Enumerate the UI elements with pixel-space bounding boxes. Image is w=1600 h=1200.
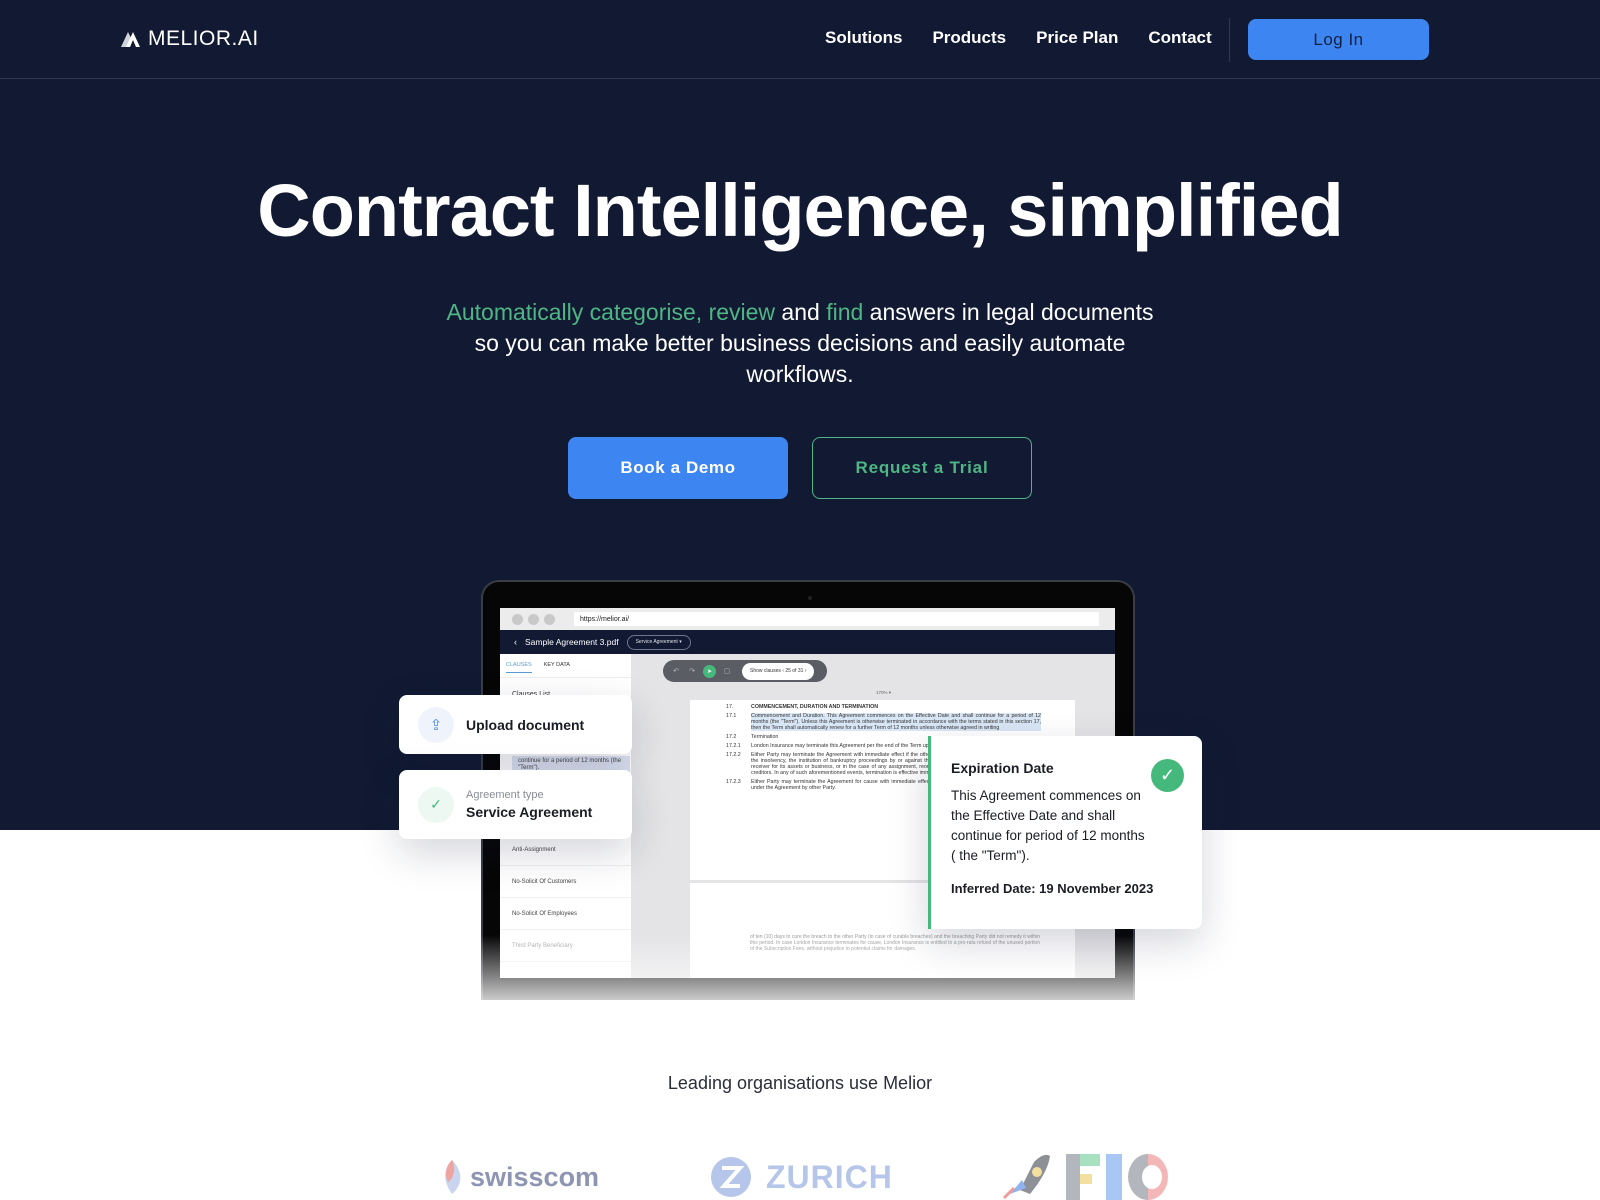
agreement-type-value: Service Agreement xyxy=(466,804,593,820)
pointer-icon: ➤ xyxy=(703,664,716,678)
nav-divider xyxy=(1229,18,1230,62)
section-number: 17.1 xyxy=(726,713,737,719)
zoom-level: 170% ▾ xyxy=(876,690,892,695)
window-dot xyxy=(528,613,539,625)
swisscom-logo: swisscom xyxy=(440,1158,599,1196)
address-bar: https://melior.ai/ xyxy=(574,612,1099,626)
document-name: Sample Agreement 3.pdf xyxy=(525,637,619,647)
fio-logo xyxy=(1000,1150,1170,1200)
agreement-type-card: ✓ Agreement type Service Agreement xyxy=(399,770,632,839)
book-demo-button[interactable]: Book a Demo xyxy=(568,437,788,499)
show-clauses-pill: Show clauses ‹ 25 of 31 › xyxy=(742,662,815,680)
inferred-date: Inferred Date: 19 November 2023 xyxy=(951,881,1154,896)
nav-price-plan[interactable]: Price Plan xyxy=(1036,28,1118,48)
doc-section: 17. COMMENCEMENT, DURATION AND TERMINATI… xyxy=(726,704,1075,710)
agreement-type-select: Service Agreement ▾ xyxy=(626,634,691,650)
nav-solutions[interactable]: Solutions xyxy=(825,28,902,48)
check-icon: ✓ xyxy=(418,786,454,823)
window-dot xyxy=(512,613,523,625)
agreement-select-value: Service Agreement xyxy=(635,639,678,645)
top-nav: MELIOR.AI Solutions Products Price Plan … xyxy=(0,0,1600,79)
window-dot xyxy=(544,613,555,625)
agreement-type-text: Agreement type Service Agreement xyxy=(466,789,592,820)
subtitle-highlight-1: Automatically categorise, review xyxy=(446,299,776,325)
expiration-date-card: Expiration Date This Agreement commences… xyxy=(928,736,1202,929)
zurich-logo: ZURICH xyxy=(710,1156,893,1198)
client-logos: swisscom ZURICH xyxy=(0,1150,1600,1200)
zurich-wordmark: ZURICH xyxy=(766,1158,893,1195)
expiration-body: This Agreement commences on the Effectiv… xyxy=(951,788,1145,863)
tab-key-data: KEY DATA xyxy=(543,662,570,668)
document-toolbar: ↶ ↷ ➤ ▢ Show clauses ‹ 25 of 31 › xyxy=(663,660,827,682)
login-button[interactable]: Log In xyxy=(1248,19,1429,60)
section-number: 17. xyxy=(726,704,734,710)
clause-item: No-Solicit Of Customers xyxy=(500,866,631,898)
section-text-highlighted: Commencement and Duration. This Agreemen… xyxy=(751,713,1041,731)
swisscom-wordmark: swisscom xyxy=(470,1161,600,1192)
back-chevron-icon: ‹ xyxy=(514,637,517,647)
document-footer-text: of ten (10) days to cure the breach to t… xyxy=(750,934,1040,952)
swisscom-icon xyxy=(445,1160,461,1194)
clause-item: No-Solicit Of Employees xyxy=(500,898,631,930)
nav-links: Solutions Products Price Plan Contact xyxy=(825,28,1212,48)
expiration-title: Expiration Date xyxy=(951,760,1054,776)
brand-logo[interactable]: MELIOR.AI xyxy=(120,27,259,51)
section-number: 17.2.1 xyxy=(726,743,741,749)
section-number: 17.2 xyxy=(726,734,737,740)
subtitle-text-1: and xyxy=(775,299,827,325)
clients-heading: Leading organisations use Melior xyxy=(667,1073,933,1093)
redo-icon: ↷ xyxy=(689,668,695,675)
nav-products[interactable]: Products xyxy=(932,28,1006,48)
show-clauses-label: Show clauses xyxy=(750,668,781,674)
fio-icon xyxy=(1002,1154,1168,1200)
browser-bar: https://melior.ai/ xyxy=(500,608,1115,630)
agreement-type-label: Agreement type xyxy=(466,789,544,801)
zurich-icon xyxy=(711,1157,751,1197)
upload-document-card[interactable]: ⇪ Upload document xyxy=(399,695,632,754)
upload-icon: ⇪ xyxy=(418,706,454,743)
hero-title: Contract Intelligence, simplified xyxy=(257,169,1343,252)
melior-logo-icon xyxy=(121,32,140,47)
laptop-camera xyxy=(808,596,812,600)
clause-counter: 25 of 31 xyxy=(785,668,804,674)
upload-label: Upload document xyxy=(466,716,585,733)
brand-name: MELIOR.AI xyxy=(148,27,259,50)
clause-item: Third Party Beneficiary xyxy=(500,930,631,962)
doc-section: 17.1 Commencement and Duration. This Agr… xyxy=(726,713,1075,731)
app-header: ‹ Sample Agreement 3.pdf Service Agreeme… xyxy=(500,630,1115,654)
section-number: 17.2.2 xyxy=(726,752,741,758)
sidebar-tabs: CLAUSES KEY DATA xyxy=(500,654,631,678)
subtitle-highlight-2: find xyxy=(826,299,864,325)
verified-check-icon: ✓ xyxy=(1151,759,1184,792)
page-icon: ▢ xyxy=(723,668,731,675)
undo-icon: ↶ xyxy=(673,668,679,675)
nav-contact[interactable]: Contact xyxy=(1148,28,1211,48)
request-trial-button[interactable]: Request a Trial xyxy=(812,437,1032,499)
section-text: COMMENCEMENT, DURATION AND TERMINATION xyxy=(751,704,879,710)
section-number: 17.2.3 xyxy=(726,779,741,785)
hero-subtitle: Automatically categorise, review and fin… xyxy=(440,297,1160,390)
tab-clauses: CLAUSES xyxy=(506,662,532,673)
